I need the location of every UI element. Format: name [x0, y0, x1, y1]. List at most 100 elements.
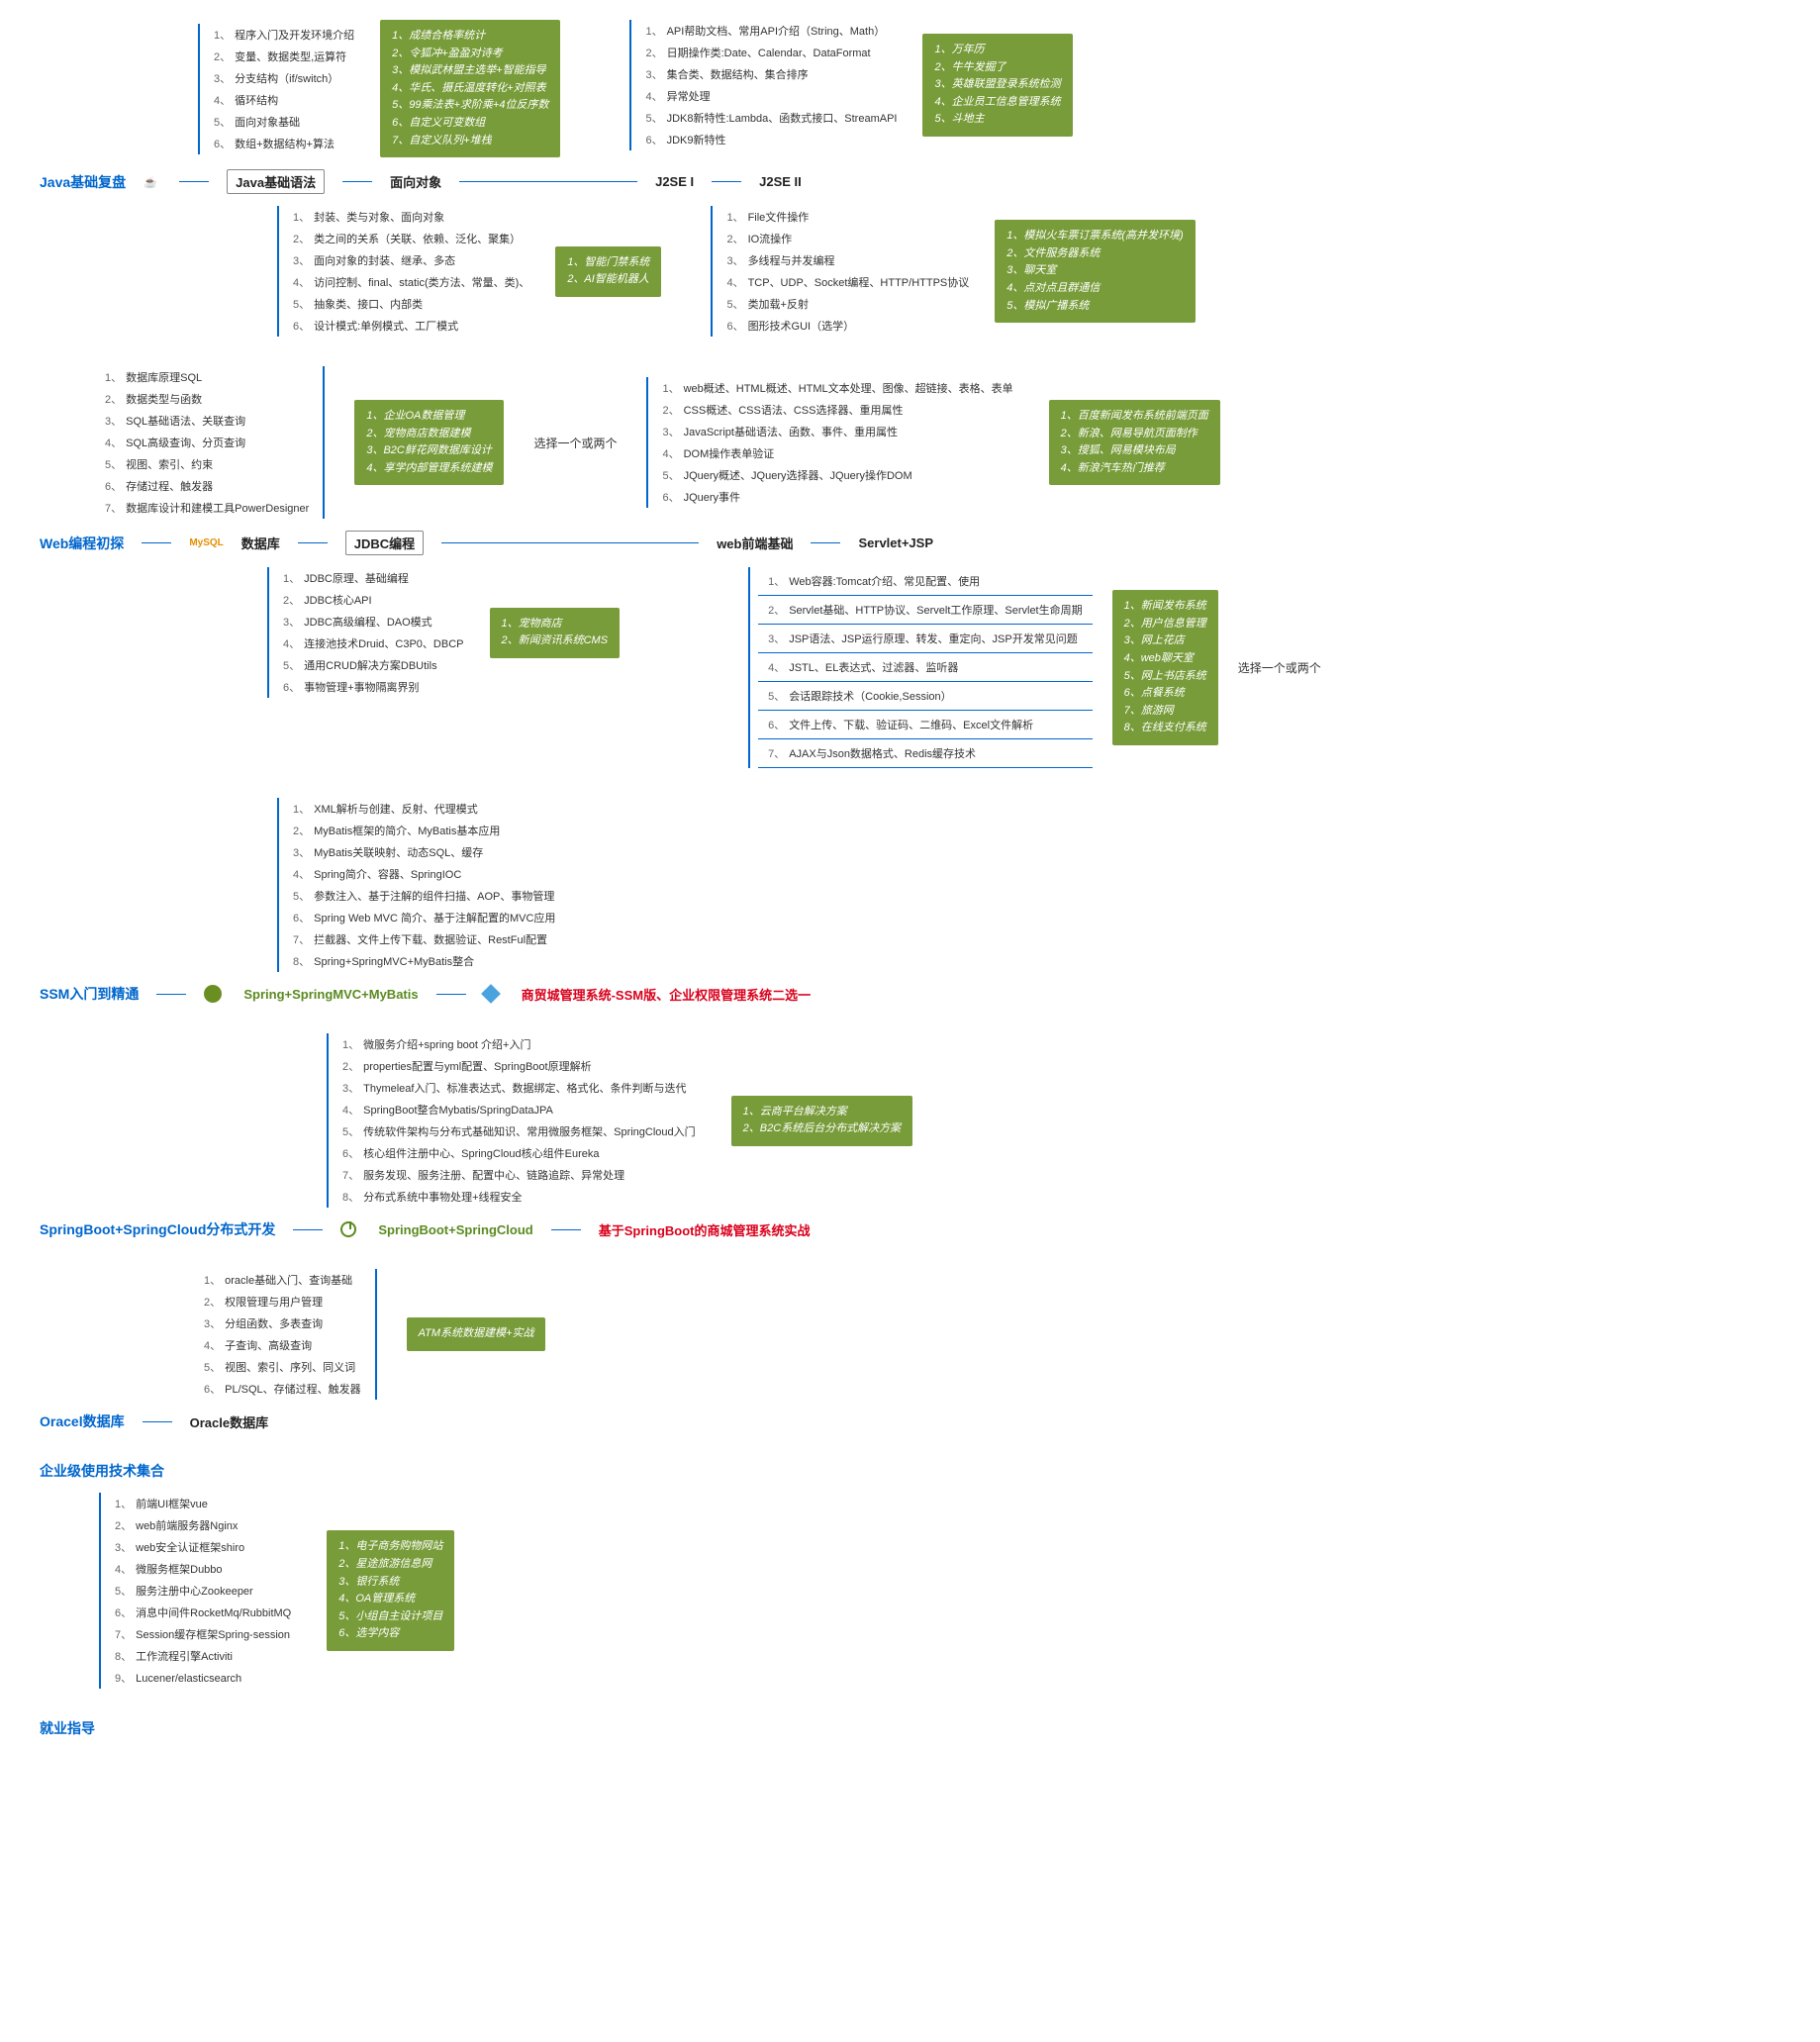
green-line: 1、模拟火车票订票系统(高并发环境) — [1006, 228, 1183, 245]
greenbox-servlet: 1、新闻发布系统2、用户信息管理3、网上花店4、web聊天室5、网上书店系统6、… — [1112, 590, 1218, 745]
list-db: 1、数据库原理SQL2、数据类型与函数3、SQL基础语法、关联查询4、SQL高级… — [99, 366, 325, 519]
list-item: 3、JSP语法、JSP运行原理、转发、重定向、JSP开发常见问题 — [758, 625, 1093, 653]
node-db[interactable]: 数据库 — [241, 534, 280, 552]
green-line: 5、模拟广播系统 — [1006, 298, 1183, 316]
node-oracle[interactable]: Oracle数据库 — [190, 1412, 268, 1431]
green-line: 3、聊天室 — [1006, 262, 1183, 280]
green-line: 3、网上花店 — [1124, 632, 1206, 650]
list-item: 2、JDBC核心API — [277, 589, 470, 611]
connector — [179, 181, 209, 182]
green-line: 3、银行系统 — [338, 1574, 442, 1592]
node-springboot-project[interactable]: 基于SpringBoot的商城管理系统实战 — [599, 1220, 811, 1239]
greenbox-frontend: 1、百度新闻发布系统前端页面2、新浪、网易导航页面制作3、搜狐、网易模块布局4、… — [1049, 400, 1220, 485]
title-enterprise: 企业级使用技术集合 — [40, 1461, 164, 1481]
green-line: 7、旅游网 — [1124, 703, 1206, 721]
list-item: 5、抽象类、接口、内部类 — [287, 293, 535, 315]
green-line: 4、OA管理系统 — [338, 1591, 442, 1608]
section-enterprise: 企业级使用技术集合 1、前端UI框架vue2、web前端服务器Nginx3、we… — [40, 1461, 1780, 1689]
list-item: 2、IO流操作 — [720, 228, 975, 249]
label-pick: 选择一个或两个 — [533, 435, 617, 451]
list-item: 6、核心组件注册中心、SpringCloud核心组件Eureka — [336, 1142, 702, 1164]
list-item: 2、日期操作类:Date、Calendar、DataFormat — [639, 42, 903, 63]
section-ssm: 1、XML解析与创建、反射、代理模式2、MyBatis框架的简介、MyBatis… — [40, 798, 1780, 1004]
list-servlet: 1、Web容器:Tomcat介绍、常见配置、使用2、Servlet基础、HTTP… — [748, 567, 1093, 768]
list-item: 6、数组+数据结构+算法 — [208, 133, 360, 154]
list-item: 5、服务注册中心Zookeeper — [109, 1580, 297, 1602]
green-line: 3、模拟武林盟主选举+智能指导 — [392, 62, 548, 80]
list-item: 5、通用CRUD解决方案DBUtils — [277, 654, 470, 676]
node-servlet-jsp[interactable]: Servlet+JSP — [858, 535, 933, 550]
green-line: 3、B2C鲜花网数据库设计 — [366, 442, 492, 460]
section-oracle: 1、oracle基础入门、查询基础2、权限管理与用户管理3、分组函数、多表查询4… — [40, 1269, 1780, 1431]
list-item: 3、集合类、数据结构、集合排序 — [639, 63, 903, 85]
green-line: 1、云商平台解决方案 — [743, 1104, 902, 1121]
list-jdbc: 1、JDBC原理、基础编程2、JDBC核心API3、JDBC高级编程、DAO模式… — [267, 567, 470, 698]
list-item: 3、JDBC高级编程、DAO模式 — [277, 611, 470, 632]
label-pick2: 选择一个或两个 — [1238, 659, 1321, 676]
green-line: 4、web聊天室 — [1124, 650, 1206, 668]
list-item: 3、Thymeleaf入门、标准表达式、数据绑定、格式化、条件判断与迭代 — [336, 1077, 702, 1099]
list-item: 2、权限管理与用户管理 — [198, 1291, 367, 1313]
list-j2se2: 1、File文件操作2、IO流操作3、多线程与并发编程4、TCP、UDP、Soc… — [711, 206, 975, 337]
list-item: 6、JQuery事件 — [656, 486, 1018, 508]
title-ssm: SSM入门到精通 — [40, 984, 139, 1004]
green-line: 1、成绩合格率统计 — [392, 28, 548, 46]
list-item: 6、JDK9新特性 — [639, 129, 903, 150]
greenbox-db: 1、企业OA数据管理2、宠物商店数据建模3、B2C鲜花网数据库设计4、享学内部管… — [354, 400, 504, 485]
green-line: 1、电子商务购物网站 — [338, 1538, 442, 1556]
title-springboot: SpringBoot+SpringCloud分布式开发 — [40, 1219, 275, 1239]
green-line: 3、英雄联盟登录系统检测 — [934, 76, 1060, 94]
green-line: 5、99乘法表+求阶乘+4位反序数 — [392, 97, 548, 115]
green-line: 2、B2C系统后台分布式解决方案 — [743, 1120, 902, 1138]
greenbox-jdbc: 1、宠物商店2、新闻资讯系统CMS — [490, 608, 621, 658]
list-item: 1、oracle基础入门、查询基础 — [198, 1269, 367, 1291]
title-row-web: Web编程初探 MySQL 数据库 JDBC编程 web前端基础 Servlet… — [40, 531, 1780, 555]
node-java-syntax[interactable]: Java基础语法 — [227, 169, 325, 194]
greenbox-d: 1、模拟火车票订票系统(高并发环境)2、文件服务器系统3、聊天室4、点对点且群通… — [995, 220, 1195, 323]
list-item: 5、视图、索引、约束 — [99, 453, 315, 475]
green-line: 1、智能门禁系统 — [567, 254, 649, 272]
list-item: 2、变量、数据类型,运算符 — [208, 46, 360, 67]
list-item: 2、properties配置与yml配置、SpringBoot原理解析 — [336, 1055, 702, 1077]
green-line: 2、宠物商店数据建模 — [366, 426, 492, 443]
node-j2se1[interactable]: J2SE I — [655, 174, 694, 189]
node-ssm[interactable]: Spring+SpringMVC+MyBatis — [243, 987, 418, 1002]
list-item: 6、存储过程、触发器 — [99, 475, 315, 497]
greenbox-springboot: 1、云商平台解决方案2、B2C系统后台分布式解决方案 — [731, 1096, 913, 1146]
list-item: 5、视图、索引、序列、同义词 — [198, 1356, 367, 1378]
list-item: 9、Lucener/elasticsearch — [109, 1667, 297, 1689]
list-item: 4、连接池技术Druid、C3P0、DBCP — [277, 632, 470, 654]
list-item: 5、JDK8新特性:Lambda、函数式接口、StreamAPI — [639, 107, 903, 129]
list-item: 3、JavaScript基础语法、函数、事件、重用属性 — [656, 421, 1018, 442]
list-item: 6、PL/SQL、存储过程、触发器 — [198, 1378, 367, 1400]
list-item: 2、web前端服务器Nginx — [109, 1514, 297, 1536]
list-springboot: 1、微服务介绍+spring boot 介绍+入门2、properties配置与… — [327, 1033, 702, 1208]
node-ssm-project[interactable]: 商贸城管理系统-SSM版、企业权限管理系统二选一 — [522, 985, 812, 1004]
title-row-java: Java基础复盘 ☕ Java基础语法 面向对象 J2SE I J2SE II — [40, 169, 1780, 194]
green-line: 6、选学内容 — [338, 1625, 442, 1643]
green-line: 4、享学内部管理系统建模 — [366, 460, 492, 478]
list-item: 3、面向对象的封装、继承、多态 — [287, 249, 535, 271]
list-item: 3、分支结构（if/switch） — [208, 67, 360, 89]
spring-icon — [204, 985, 222, 1003]
green-line: 4、点对点且群通信 — [1006, 280, 1183, 298]
list-item: 1、API帮助文档、常用API介绍（String、Math） — [639, 20, 903, 42]
list-item: 5、面向对象基础 — [208, 111, 360, 133]
node-j2se2[interactable]: J2SE II — [759, 174, 802, 189]
node-jdbc[interactable]: JDBC编程 — [345, 531, 424, 555]
node-oop[interactable]: 面向对象 — [390, 172, 441, 191]
title-row-springboot: SpringBoot+SpringCloud分布式开发 SpringBoot+S… — [40, 1219, 1780, 1239]
list-item: 3、多线程与并发编程 — [720, 249, 975, 271]
node-springboot[interactable]: SpringBoot+SpringCloud — [378, 1222, 532, 1237]
list-item: 8、工作流程引擎Activiti — [109, 1645, 297, 1667]
list-item: 2、类之间的关系（关联、依赖、泛化、聚集） — [287, 228, 535, 249]
node-web-frontend[interactable]: web前端基础 — [717, 534, 793, 552]
list-item: 3、分组函数、多表查询 — [198, 1313, 367, 1334]
greenbox-b: 1、万年历2、牛牛发掘了3、英雄联盟登录系统检测4、企业员工信息管理系统5、斗地… — [922, 34, 1072, 137]
title-career: 就业指导 — [40, 1718, 95, 1738]
green-line: 2、牛牛发掘了 — [934, 59, 1060, 77]
greenbox-c: 1、智能门禁系统2、AI智能机器人 — [555, 246, 661, 297]
list-item: 6、Spring Web MVC 简介、基于注解配置的MVC应用 — [287, 907, 561, 928]
springboot-icon — [340, 1221, 356, 1237]
list-item: 5、类加载+反射 — [720, 293, 975, 315]
